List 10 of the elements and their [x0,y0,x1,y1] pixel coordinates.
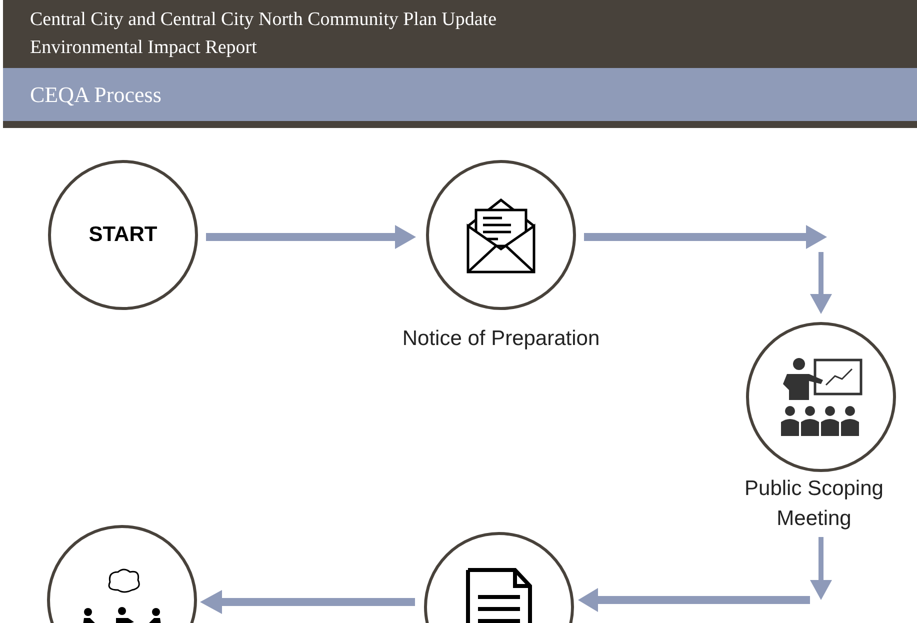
step-label: Notice of Preparation [401,326,601,352]
header-title: Environmental Impact Report [30,36,258,60]
step-label: Public Scoping Meeting [744,476,884,532]
envelope-icon [466,196,536,274]
section-title: CEQA Process [30,81,162,109]
document-icon [465,567,533,623]
presentation-icon [779,356,863,438]
header-title: Central City and Central City North Community Plan Update [30,8,498,32]
step-text: START [88,222,158,248]
arrow [810,252,832,314]
